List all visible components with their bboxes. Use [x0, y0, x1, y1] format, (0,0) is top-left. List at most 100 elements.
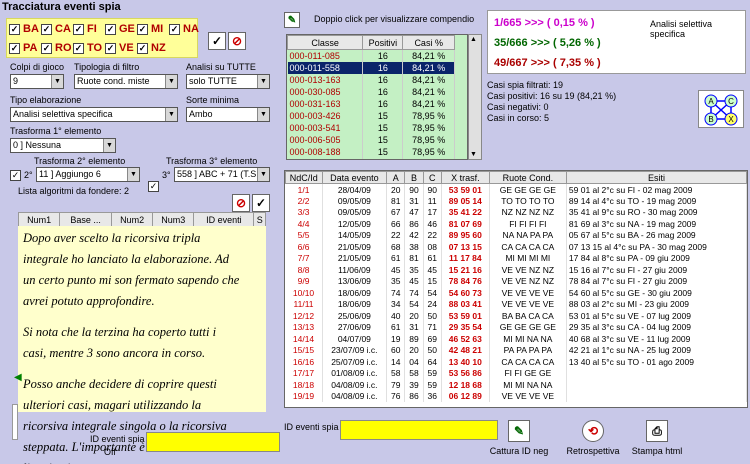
results-row[interactable]: 11/11 18/06/09 34 54 24 88 03 41 VE VE VE VE 88…: [285, 298, 747, 310]
wheel-ba[interactable]: ✓ BA: [9, 21, 39, 37]
scroll-down-icon[interactable]: ▼: [470, 151, 477, 158]
wheel-checkbox[interactable]: ✓: [41, 23, 52, 35]
retro-button[interactable]: Retrospettiva: [560, 446, 626, 456]
results-row[interactable]: 1/1 28/04/09 20 90 90 53 59 01 GE GE GE GE 59 0…: [285, 183, 747, 195]
results-column-header[interactable]: NdC/Id: [285, 171, 323, 184]
results-row[interactable]: 19/19 04/08/09 i.c. 76 86 36 06 12 89 VE VE VE…: [285, 390, 747, 402]
results-column-header[interactable]: Esiti: [565, 171, 747, 184]
wheel-ca[interactable]: ✓ CA: [41, 21, 71, 37]
results-row[interactable]: 17/17 01/08/09 i.c. 58 58 59 53 56 86 FI FI GE…: [285, 367, 747, 379]
class-row[interactable]: 000-011-085 16 84,21 %: [287, 49, 455, 62]
wheel-nz[interactable]: ✓ NZ: [137, 40, 166, 56]
confirm-algo-button[interactable]: ✓: [252, 194, 270, 212]
results-row[interactable]: 3/3 09/05/09 67 47 17 35 41 22 NZ NZ NZ NZ 35 4…: [285, 206, 747, 218]
wheel-checkbox[interactable]: ✓: [137, 42, 148, 54]
stampa-button[interactable]: Stampa html: [624, 446, 690, 456]
class-column-header[interactable]: Positivi: [362, 35, 404, 50]
results-row[interactable]: 4/4 12/05/09 66 86 46 81 07 69 FI FI FI FI 81 6…: [285, 218, 747, 230]
analisi-select[interactable]: solo TUTTE ▼: [186, 74, 270, 89]
colpi-select[interactable]: 9 ▼: [10, 74, 64, 89]
class-row[interactable]: 000-008-188 15 78,95 %: [287, 145, 455, 158]
class-row[interactable]: 000-030-085 16 84,21 %: [287, 85, 455, 98]
check-all-button[interactable]: ✓: [208, 32, 226, 50]
delete-algo-button[interactable]: ⊘: [232, 194, 250, 212]
results-row[interactable]: 12/12 25/06/09 40 20 50 53 59 01 BA BA CA CA 53…: [285, 310, 747, 322]
cattura-button[interactable]: Cattura ID neg: [486, 446, 552, 456]
algo-column-header[interactable]: Num1: [17, 212, 61, 227]
results-row[interactable]: 7/7 21/05/09 61 81 61 11 17 84 MI MI MI MI 17 8…: [285, 252, 747, 264]
results-row[interactable]: 18/18 04/08/09 i.c. 79 39 59 12 18 68 MI MI NA…: [285, 379, 747, 391]
algo-column-header[interactable]: S: [253, 212, 266, 227]
class-row[interactable]: 000-006-505 15 78,95 %: [287, 133, 455, 146]
wheel-na[interactable]: ✓ NA: [169, 21, 199, 37]
trasf2-checkbox[interactable]: ✓: [10, 170, 21, 181]
results-row[interactable]: 2/2 09/05/09 81 31 11 89 05 14 TO TO TO TO 89 1…: [285, 195, 747, 207]
results-column-header[interactable]: B: [404, 171, 424, 184]
results-row[interactable]: 16/16 25/07/09 i.c. 14 04 64 13 40 10 CA CA CA…: [285, 356, 747, 368]
wheel-checkbox[interactable]: ✓: [41, 42, 52, 54]
trasf1-select[interactable]: 0 ] Nessuna ▼: [10, 138, 116, 153]
printer-icon[interactable]: ⎙: [646, 420, 668, 442]
results-row[interactable]: 5/5 14/05/09 22 42 22 89 95 60 NA NA PA PA 05 6…: [285, 229, 747, 241]
wheel-checkbox[interactable]: ✓: [137, 23, 148, 35]
eventi-spia-input[interactable]: [340, 420, 498, 440]
results-cell: MI MI NA NA: [489, 379, 567, 391]
wheel-ro[interactable]: ✓ RO: [41, 40, 72, 56]
retro-icon[interactable]: ⟲: [582, 420, 604, 442]
results-column-header[interactable]: Ruote Cond.: [488, 171, 567, 184]
results-row[interactable]: 6/6 21/05/09 68 38 08 07 13 15 CA CA CA CA 07 1…: [285, 241, 747, 253]
results-row[interactable]: 14/14 04/07/09 19 89 69 46 52 63 MI MI NA NA 40…: [285, 333, 747, 345]
wheel-checkbox[interactable]: ✓: [105, 42, 116, 54]
wheel-checkbox[interactable]: ✓: [9, 23, 20, 35]
eventi-spia-left-input[interactable]: [146, 432, 280, 452]
class-row[interactable]: 000-003-541 15 78,95 %: [287, 121, 455, 134]
results-cell: VE VE NZ NZ: [489, 264, 567, 276]
results-row[interactable]: 13/13 27/06/09 61 31 71 29 35 54 GE GE GE GE 29…: [285, 321, 747, 333]
cattura-icon[interactable]: ✎: [508, 420, 530, 442]
elaborazione-select[interactable]: Analisi selettiva specifica ▼: [10, 107, 178, 122]
algo-column-header[interactable]: ID eventi: [193, 212, 255, 227]
results-row[interactable]: 9/9 13/06/09 35 45 15 78 84 76 VE VE NZ NZ 78 8…: [285, 275, 747, 287]
results-row[interactable]: 8/8 11/06/09 45 35 45 15 21 16 VE VE NZ NZ 15 1…: [285, 264, 747, 276]
results-column-header[interactable]: Data evento: [321, 171, 388, 184]
trasf3-select[interactable]: 558 ] ABC + 71 (T.S.* ▼: [174, 167, 270, 182]
algo-column-header[interactable]: Base ...: [59, 212, 112, 227]
wheel-ge[interactable]: ✓ GE: [105, 21, 135, 37]
wheel-fi[interactable]: ✓ FI: [73, 21, 97, 37]
algo-column-header[interactable]: Num2: [110, 212, 154, 227]
class-table: Classe Positivi Casi % 000-011-085 16 84,21 %…: [286, 34, 468, 160]
class-column-header[interactable]: Classe: [287, 35, 364, 50]
algo-column-header[interactable]: Num3: [152, 212, 195, 227]
class-row[interactable]: 000-013-163 16 84,21 %: [287, 73, 455, 86]
results-column-header[interactable]: A: [386, 171, 406, 184]
class-row[interactable]: 000-031-163 16 84,21 %: [287, 97, 455, 110]
chevron-down-icon: ▼: [165, 108, 177, 121]
class-table-scrollbar[interactable]: ▲ ▼: [468, 34, 482, 160]
results-row[interactable]: 10/10 18/06/09 74 74 54 54 60 73 VE VE VE VE 54…: [285, 287, 747, 299]
chevron-down-icon: ▼: [51, 75, 63, 88]
wheel-checkbox[interactable]: ✓: [105, 23, 116, 35]
wheel-to[interactable]: ✓ TO: [73, 40, 102, 56]
sorte-select[interactable]: Ambo ▼: [186, 107, 270, 122]
results-column-header[interactable]: X trasf.: [440, 171, 490, 184]
class-row[interactable]: 000-011-0521578,95 %: [287, 157, 455, 159]
trasf3-checkbox[interactable]: ✓: [148, 181, 159, 192]
wheel-checkbox[interactable]: ✓: [169, 23, 180, 35]
trasf2-select[interactable]: 11 ] Aggiungo 6 ▼: [36, 167, 140, 182]
tipologia-select[interactable]: Ruote cond. miste ▼: [74, 74, 178, 89]
results-cell: 13/06/09: [322, 275, 388, 287]
wheel-checkbox[interactable]: ✓: [73, 23, 84, 35]
results-column-header[interactable]: C: [422, 171, 442, 184]
wheel-checkbox[interactable]: ✓: [73, 42, 84, 54]
wheel-mi[interactable]: ✓ MI: [137, 21, 163, 37]
scroll-up-icon[interactable]: ▲: [470, 36, 477, 43]
class-column-header[interactable]: Casi %: [402, 35, 455, 50]
wheel-checkbox[interactable]: ✓: [9, 42, 20, 54]
compendio-icon[interactable]: ✎: [284, 12, 300, 28]
clear-all-button[interactable]: ⊘: [228, 32, 246, 50]
wheel-ve[interactable]: ✓ VE: [105, 40, 134, 56]
results-row[interactable]: 15/15 23/07/09 i.c. 60 20 50 42 48 21 PA PA PA…: [285, 344, 747, 356]
wheel-pa[interactable]: ✓ PA: [9, 40, 37, 56]
class-row[interactable]: 000-003-426 15 78,95 %: [287, 109, 455, 122]
class-row[interactable]: 000-011-558 16 84,21 %: [287, 61, 455, 74]
